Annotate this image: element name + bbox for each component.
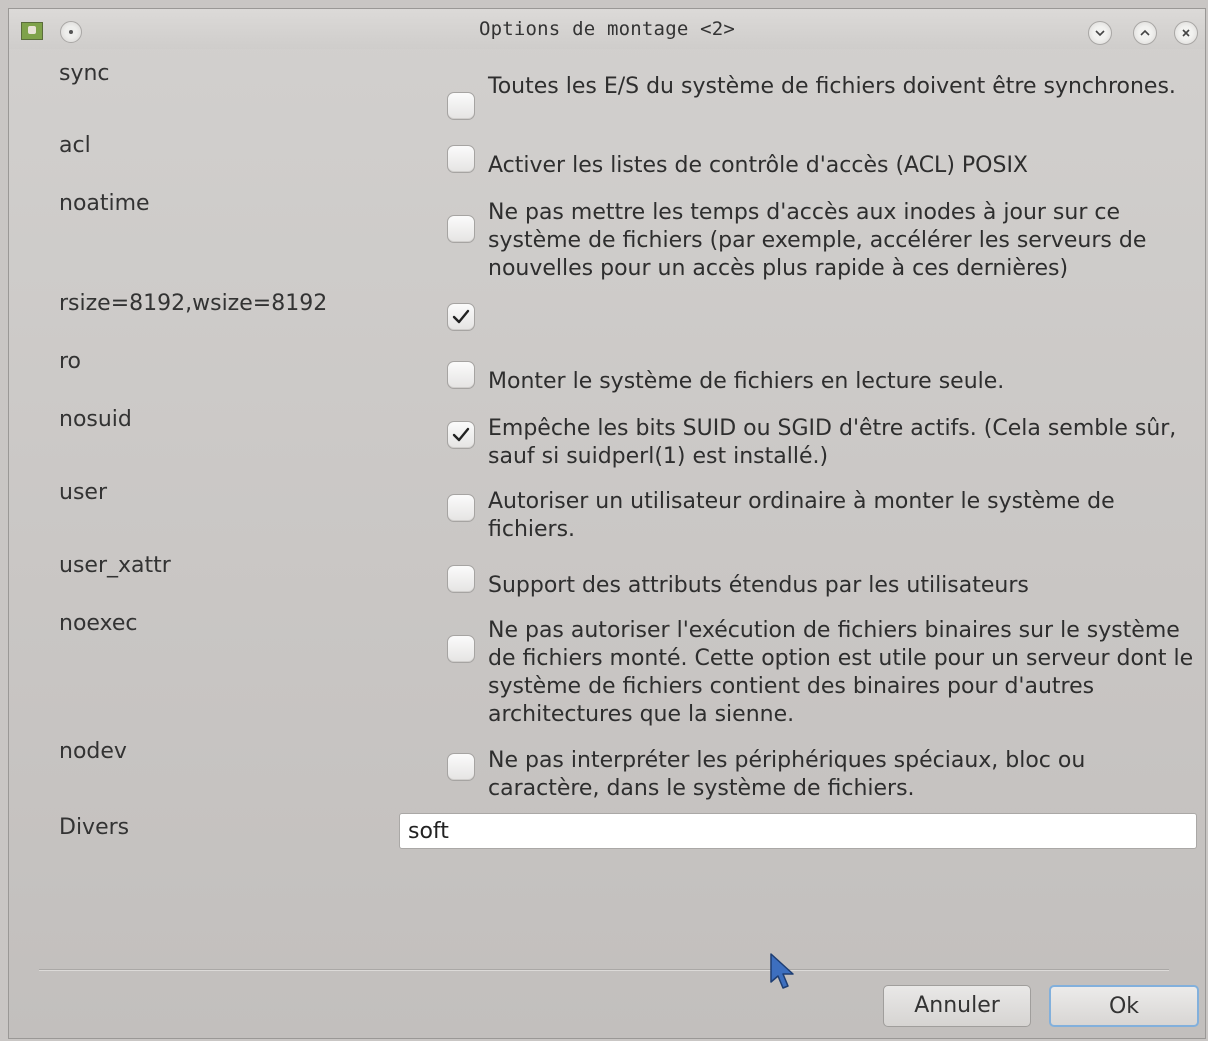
option-checkbox[interactable] (447, 145, 475, 173)
option-description: Ne pas mettre les temps d'accès aux inod… (488, 200, 1147, 281)
option-checkbox[interactable] (447, 303, 475, 331)
checkmark-icon (452, 309, 470, 324)
option-checkbox[interactable] (447, 753, 475, 781)
option-name: nodev (59, 739, 127, 764)
option-checkbox[interactable] (447, 361, 475, 389)
chevron-down-icon (1095, 30, 1105, 37)
minimize-button[interactable] (1088, 21, 1112, 45)
divers-input[interactable] (399, 813, 1197, 849)
option-description: Empêche les bits SUID ou SGID d'être act… (488, 416, 1177, 469)
option-description: Ne pas autoriser l'exécution de fichiers… (488, 618, 1194, 727)
option-description: Autoriser un utilisateur ordinaire à mon… (488, 489, 1115, 542)
cancel-button[interactable]: Annuler (883, 985, 1031, 1027)
option-name: noexec (59, 611, 138, 636)
option-name: rsize=8192,wsize=8192 (59, 291, 328, 316)
close-icon (1182, 29, 1190, 37)
divers-label: Divers (59, 815, 130, 840)
option-description: Toutes les E/S du système de fichiers do… (488, 74, 1176, 99)
option-checkbox[interactable] (447, 421, 475, 449)
mouse-pointer-icon (770, 953, 794, 989)
title-bar[interactable]: Options de montage <2> (9, 9, 1205, 49)
option-name: acl (59, 133, 91, 158)
checkmark-icon (452, 427, 470, 442)
option-name: user (59, 480, 107, 505)
mount-options-dialog: Options de montage <2> sync Toutes les E/… (8, 8, 1206, 1039)
option-name: sync (59, 61, 110, 86)
option-checkbox[interactable] (447, 565, 475, 593)
option-checkbox[interactable] (447, 494, 475, 522)
close-button[interactable] (1174, 21, 1198, 45)
option-checkbox[interactable] (447, 215, 475, 243)
option-checkbox[interactable] (447, 92, 475, 120)
option-description: Ne pas interpréter les périphériques spé… (488, 748, 1086, 801)
option-name: user_xattr (59, 553, 171, 578)
option-name: nosuid (59, 407, 132, 432)
window-title: Options de montage <2> (478, 18, 736, 40)
maximize-button[interactable] (1133, 21, 1157, 45)
option-description: Monter le système de fichiers en lecture… (488, 369, 1005, 394)
separator (39, 969, 1169, 971)
chevron-up-icon (1140, 29, 1150, 36)
ok-button[interactable]: Ok (1049, 985, 1199, 1027)
option-description: Activer les listes de contrôle d'accès (… (488, 153, 1028, 178)
option-description: Support des attributs étendus par les ut… (488, 573, 1029, 598)
option-name: ro (59, 349, 82, 374)
option-name: noatime (59, 191, 150, 216)
option-checkbox[interactable] (447, 635, 475, 663)
